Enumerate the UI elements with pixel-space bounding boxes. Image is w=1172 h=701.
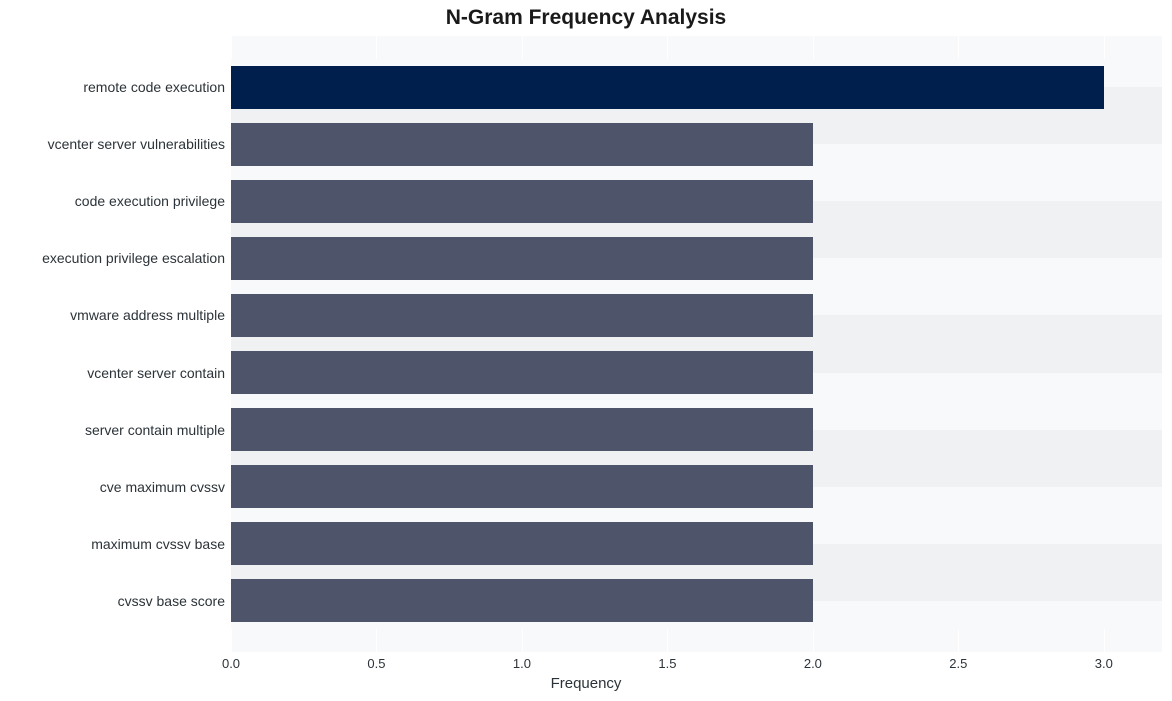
x-tick-label: 2.0 <box>804 656 822 671</box>
y-tick-label: vmware address multiple <box>0 308 225 322</box>
y-tick-label: code execution privilege <box>0 194 225 208</box>
bar <box>231 579 813 622</box>
y-tick-label: vcenter server contain <box>0 366 225 380</box>
x-tick-label: 1.5 <box>658 656 676 671</box>
bar <box>231 522 813 565</box>
y-tick-label: server contain multiple <box>0 423 225 437</box>
plot-area <box>231 36 1162 652</box>
y-tick-label: cvssv base score <box>0 594 225 608</box>
y-tick-label: execution privilege escalation <box>0 251 225 265</box>
bar <box>231 180 813 223</box>
x-tick-label: 2.5 <box>949 656 967 671</box>
bar <box>231 408 813 451</box>
bar <box>231 351 813 394</box>
y-tick-label: remote code execution <box>0 80 225 94</box>
bar <box>231 294 813 337</box>
chart-container: N-Gram Frequency Analysis Frequency remo… <box>0 0 1172 701</box>
bar <box>231 66 1104 109</box>
x-tick-label: 1.0 <box>513 656 531 671</box>
x-tick-label: 0.0 <box>222 656 240 671</box>
x-tick-label: 3.0 <box>1095 656 1113 671</box>
bar <box>231 237 813 280</box>
chart-title: N-Gram Frequency Analysis <box>0 6 1172 30</box>
bar <box>231 123 813 166</box>
y-tick-label: maximum cvssv base <box>0 537 225 551</box>
y-tick-label: cve maximum cvssv <box>0 480 225 494</box>
x-tick-label: 0.5 <box>367 656 385 671</box>
x-axis-label: Frequency <box>0 675 1172 692</box>
bar <box>231 465 813 508</box>
y-tick-label: vcenter server vulnerabilities <box>0 137 225 151</box>
